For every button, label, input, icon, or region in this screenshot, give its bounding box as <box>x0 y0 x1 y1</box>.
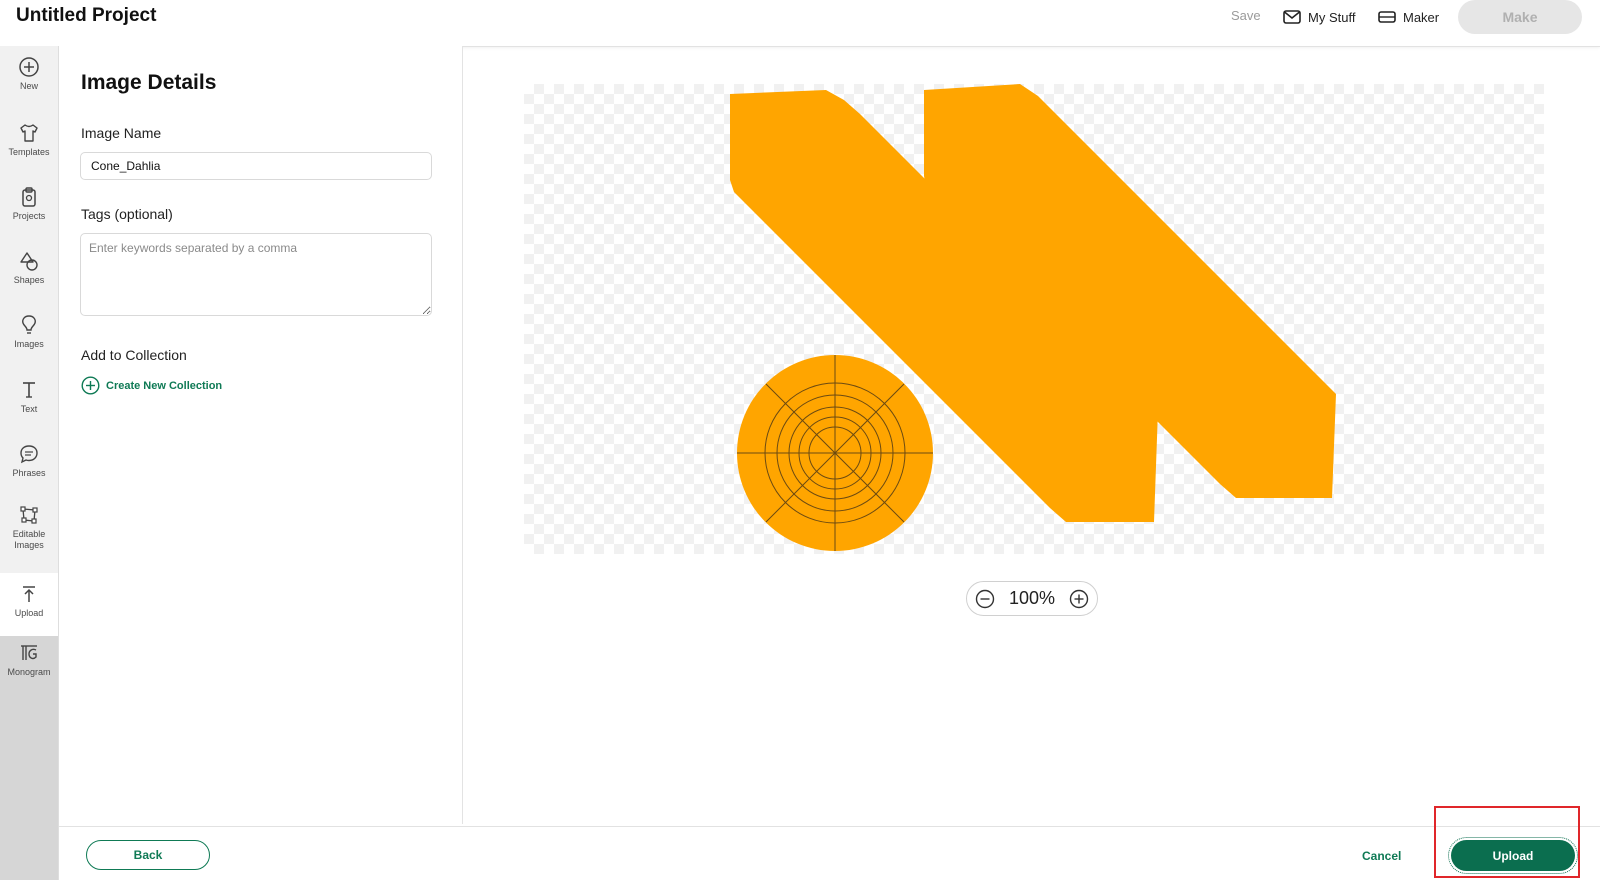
rail-item-images[interactable]: Images <box>0 314 58 368</box>
maker-label: Maker <box>1403 9 1440 25</box>
minus-circle-icon <box>975 589 995 608</box>
rail-label: Phrases <box>12 468 46 478</box>
rail-item-projects[interactable]: Projects <box>0 186 58 240</box>
cancel-button[interactable]: Cancel <box>1362 849 1401 863</box>
machine-select-button[interactable]: Maker <box>1378 6 1439 28</box>
panel-title: Image Details <box>81 71 217 94</box>
top-bar: Untitled Project Save My Stuff Maker Mak… <box>0 0 1600 47</box>
plus-circle-icon <box>81 376 100 395</box>
plus-circle-icon <box>19 57 39 77</box>
upload-button[interactable]: Upload <box>1448 837 1578 874</box>
upload-icon <box>23 586 35 602</box>
collection-label: Add to Collection <box>81 347 187 363</box>
tags-label: Tags (optional) <box>81 206 173 222</box>
uploaded-image-preview <box>730 84 1336 551</box>
image-details-panel: Image Details Image Name Tags (optional)… <box>59 46 463 824</box>
zoom-out-button[interactable] <box>975 589 995 609</box>
shapes-icon <box>20 252 38 271</box>
speech-bubble-icon <box>20 445 38 464</box>
image-name-label: Image Name <box>81 125 162 141</box>
make-button[interactable]: Make <box>1458 0 1582 34</box>
tags-input[interactable] <box>80 233 432 316</box>
create-collection-label: Create New Collection <box>106 379 223 392</box>
lightbulb-icon <box>22 315 36 334</box>
rail-label: Images <box>14 339 44 349</box>
rail-item-new[interactable]: New <box>0 56 58 110</box>
create-new-collection-link[interactable]: Create New Collection <box>81 376 222 395</box>
text-icon <box>23 382 35 398</box>
my-stuff-button[interactable]: My Stuff <box>1283 6 1355 28</box>
rail-label: Shapes <box>13 275 45 285</box>
image-name-input[interactable] <box>80 152 432 180</box>
monogram-icon <box>21 645 37 660</box>
rail-label: Editable Images <box>12 529 46 550</box>
image-preview-canvas <box>524 84 1544 554</box>
rail-item-monogram[interactable]: Monogram <box>0 642 58 696</box>
editable-shape-icon <box>20 506 38 524</box>
rail-item-templates[interactable]: Templates <box>0 122 58 176</box>
zoom-in-button[interactable] <box>1069 589 1089 609</box>
save-button[interactable]: Save <box>1231 8 1261 23</box>
rail-label: Projects <box>12 211 46 221</box>
rail-item-phrases[interactable]: Phrases <box>0 443 58 497</box>
clipboard-icon <box>22 187 36 207</box>
rail-item-shapes[interactable]: Shapes <box>0 250 58 304</box>
machine-icon <box>1378 11 1396 23</box>
envelope-icon <box>1283 10 1301 24</box>
rail-label: Templates <box>8 147 50 157</box>
zoom-control: 100% <box>966 581 1098 616</box>
plus-circle-icon <box>1069 589 1089 608</box>
shirt-icon <box>20 124 38 142</box>
rail-label: Text <box>20 404 38 414</box>
rail-item-upload[interactable]: Upload <box>0 573 58 636</box>
zoom-level: 100% <box>1008 588 1056 608</box>
polar-grid-lines <box>737 355 933 551</box>
left-toolbar: New Templates Projects Shapes Images Tex… <box>0 46 59 880</box>
rail-item-editable-images[interactable]: Editable Images <box>0 504 58 570</box>
back-button[interactable]: Back <box>86 840 210 870</box>
project-title[interactable]: Untitled Project <box>16 5 156 27</box>
rail-label: New <box>19 81 38 91</box>
rail-item-text[interactable]: Text <box>0 379 58 433</box>
my-stuff-label: My Stuff <box>1308 9 1356 25</box>
rail-label: Upload <box>14 608 44 618</box>
rail-label: Monogram <box>7 667 51 677</box>
